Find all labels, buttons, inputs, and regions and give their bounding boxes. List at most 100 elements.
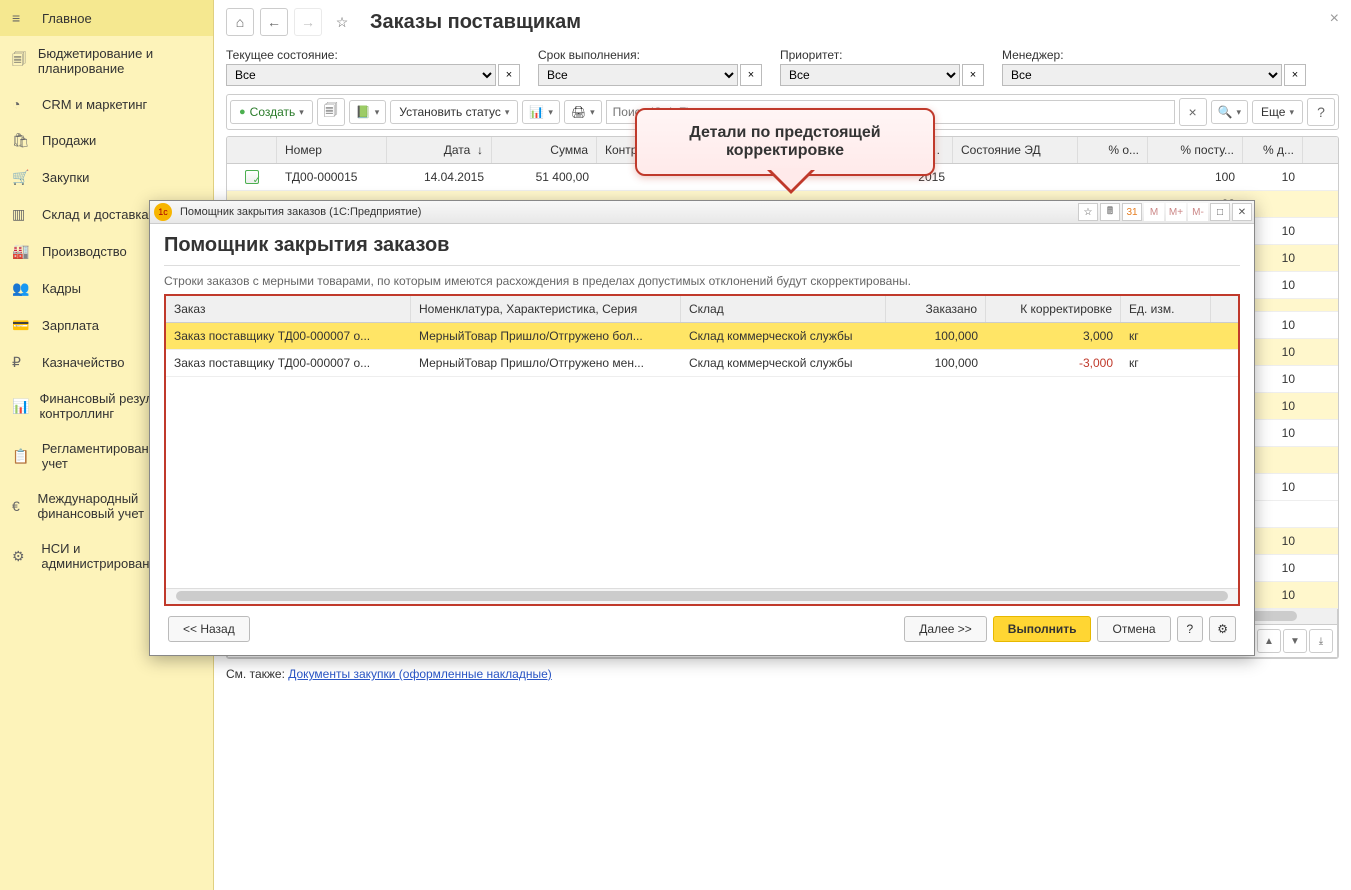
close-icon[interactable]: × [1330,10,1339,28]
filter-due-clear[interactable]: × [740,64,762,86]
scroll-down-icon[interactable]: ▼ [1283,629,1307,653]
scroll-bottom-icon[interactable]: ⤓ [1309,629,1333,653]
create-button[interactable]: Создать [230,100,313,124]
sidebar-item-1[interactable]: 🗐Бюджетирование и планирование [0,36,213,86]
sidebar-label-6: Производство [42,244,127,259]
doc-icon [245,170,259,184]
filter-state-label: Текущее состояние: [226,48,520,62]
col-number[interactable]: Номер [277,137,387,163]
sidebar-icon-2: ◔ [12,96,32,112]
sidebar-icon-7: 👥 [12,280,32,297]
sidebar-icon-4: 🛒 [12,169,32,186]
export-button[interactable]: 📗 [349,100,386,124]
sidebar-label-0: Главное [42,11,92,26]
report-button[interactable]: 📊 [522,100,559,124]
modal-row[interactable]: Заказ поставщику ТД00-000007 о... Мерный… [166,323,1238,350]
nav-toolbar: ⌂ ← → ☆ Заказы поставщикам [226,8,1339,36]
mcol-ordered[interactable]: Заказано [886,296,986,322]
scroll-up-icon[interactable]: ▲ [1257,629,1281,653]
sidebar-icon-13: ⚙ [12,548,31,565]
print-button[interactable]: 🖨 [564,100,602,124]
annotation-callout: Детали по предстоящей корректировке [635,108,935,176]
sidebar-icon-10: 📊 [12,398,29,415]
mem-mminus[interactable]: M- [1188,203,1208,221]
sidebar-label-3: Продажи [42,133,96,148]
filter-priority-select[interactable]: Все [780,64,960,86]
sidebar-label-5: Склад и доставка [42,207,149,222]
mem-mplus[interactable]: M+ [1166,203,1186,221]
modal-settings-button[interactable]: ⚙ [1209,616,1236,642]
modal-help-button[interactable]: ? [1177,616,1204,642]
sidebar-icon-6: 🏭 [12,243,32,260]
mcol-order[interactable]: Заказ [166,296,411,322]
next-button[interactable]: Далее >> [904,616,987,642]
more-button[interactable]: Еще [1252,100,1303,124]
back-button[interactable]: << Назад [168,616,250,642]
col-pd[interactable]: % д... [1243,137,1303,163]
filter-due-select[interactable]: Все [538,64,738,86]
fav-icon[interactable]: ☆ [1078,203,1098,221]
mcol-corr[interactable]: К корректировке [986,296,1121,322]
filter-manager-label: Менеджер: [1002,48,1306,62]
sidebar-icon-3: 🛍 [12,132,32,149]
close-modal-icon[interactable]: ✕ [1232,203,1252,221]
modal-titlebar[interactable]: 1c Помощник закрытия заказов (1С:Предпри… [150,201,1254,224]
mcol-whs[interactable]: Склад [681,296,886,322]
set-status-button[interactable]: Установить статус [390,100,518,124]
wizard-modal: 1c Помощник закрытия заказов (1С:Предпри… [149,200,1255,656]
modal-window-title: Помощник закрытия заказов (1С:Предприяти… [176,203,1076,221]
col-po[interactable]: % о... [1078,137,1148,163]
forward-icon[interactable]: → [294,8,322,36]
sidebar-icon-12: € [12,498,28,514]
home-icon[interactable]: ⌂ [226,8,254,36]
col-date[interactable]: Дата ↓ [387,137,492,163]
calc-icon[interactable]: 🖩 [1100,203,1120,221]
app-icon: 1c [154,203,172,221]
modal-title: Помощник закрытия заказов [164,234,1240,266]
filters: Текущее состояние: Все × Срок выполнения… [226,48,1339,86]
filter-manager-select[interactable]: Все [1002,64,1282,86]
execute-button[interactable]: Выполнить [993,616,1092,642]
filter-manager-clear[interactable]: × [1284,64,1306,86]
col-pp[interactable]: % посту... [1148,137,1243,163]
sidebar-icon-9: ₽ [12,354,32,371]
star-icon[interactable]: ☆ [328,8,356,36]
sidebar-item-2[interactable]: ◔ CRM и маркетинг [0,86,213,122]
filter-priority-clear[interactable]: × [962,64,984,86]
help-icon[interactable]: ? [1307,98,1335,126]
sidebar-icon-0: ≡ [12,10,32,26]
see-also: См. также: Документы закупки (оформленны… [226,667,1339,681]
search-clear[interactable]: × [1179,98,1207,126]
see-also-link[interactable]: Документы закупки (оформленные накладные… [288,667,552,681]
sidebar-label-8: Зарплата [42,318,99,333]
back-icon[interactable]: ← [260,8,288,36]
sidebar-label-1: Бюджетирование и планирование [38,46,201,76]
sidebar-label-7: Кадры [42,281,81,296]
copy-icon[interactable]: 🗐 [317,98,345,126]
mem-m[interactable]: M [1144,203,1164,221]
max-icon[interactable]: □ [1210,203,1230,221]
col-ed[interactable]: Состояние ЭД [953,137,1078,163]
sidebar-icon-11: 📋 [12,448,32,465]
filter-state-clear[interactable]: × [498,64,520,86]
find-button[interactable]: 🔍 [1211,100,1248,124]
modal-grid: Заказ Номенклатура, Характеристика, Сери… [164,294,1240,606]
calendar-icon[interactable]: 31 [1122,203,1142,221]
sidebar-icon-5: ▥ [12,206,32,223]
page-title: Заказы поставщикам [370,11,581,34]
modal-h-scrollbar[interactable] [166,588,1238,604]
mcol-nom[interactable]: Номенклатура, Характеристика, Серия [411,296,681,322]
sidebar-item-3[interactable]: 🛍 Продажи [0,122,213,159]
sidebar-label-4: Закупки [42,170,89,185]
mcol-unit[interactable]: Ед. изм. [1121,296,1211,322]
sidebar-item-4[interactable]: 🛒 Закупки [0,159,213,196]
filter-due-label: Срок выполнения: [538,48,762,62]
cancel-button[interactable]: Отмена [1097,616,1170,642]
filter-state-select[interactable]: Все [226,64,496,86]
col-sum[interactable]: Сумма [492,137,597,163]
sidebar-icon-8: 💳 [12,317,32,334]
sidebar-label-2: CRM и маркетинг [42,97,147,112]
modal-row[interactable]: Заказ поставщику ТД00-000007 о... Мерный… [166,350,1238,377]
sidebar-label-9: Казначейство [42,355,124,370]
sidebar-item-0[interactable]: ≡ Главное [0,0,213,36]
